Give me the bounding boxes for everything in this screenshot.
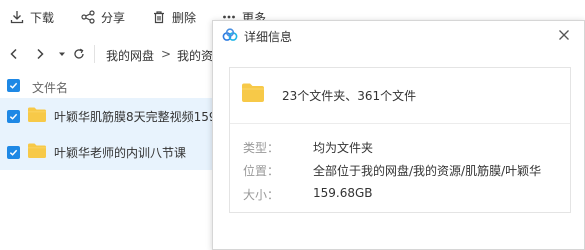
- summary-count-text: 23个文件夹、361个文件: [282, 89, 417, 103]
- dialog-header: 详细信息: [213, 21, 584, 51]
- chevron-left-icon: [10, 48, 17, 60]
- details-dialog: 详细信息 23个文件夹、361个文件 类型： 均为文件夹 位置： 全部位于我的网…: [212, 20, 585, 250]
- folder-icon: [28, 107, 46, 122]
- refresh-icon: [74, 48, 84, 59]
- caret-down-icon: [59, 52, 65, 56]
- file-manager-window: 下载 分享 删除 更多 我的网盘 > 我的资 文件名 叶颖华肌筋膜8天完整视频1…: [0, 0, 585, 250]
- file-list-header: 文件名: [0, 70, 212, 100]
- back-button[interactable]: [6, 46, 22, 62]
- location-value: 全部位于我的网盘/我的资源/肌筋膜/叶颖华: [313, 164, 542, 178]
- size-value: 159.68GB: [313, 186, 373, 200]
- close-button[interactable]: [558, 29, 570, 41]
- breadcrumb-separator: >: [161, 47, 172, 61]
- checkmark-icon: [9, 149, 18, 156]
- location-label: 位置：: [243, 164, 280, 178]
- nav-divider: [94, 45, 95, 63]
- file-row[interactable]: 叶颖华肌筋膜8天完整视频159G: [0, 98, 226, 134]
- share-button[interactable]: 分享: [81, 8, 125, 26]
- trash-icon: [154, 11, 164, 24]
- file-name[interactable]: 叶颖华肌筋膜8天完整视频159G: [54, 108, 226, 125]
- breadcrumb-item-my-disk[interactable]: 我的网盘: [106, 47, 154, 64]
- checkmark-icon: [9, 82, 18, 89]
- checkmark-icon: [9, 113, 18, 120]
- column-header-filename[interactable]: 文件名: [32, 79, 68, 96]
- download-icon: [10, 11, 24, 24]
- download-button[interactable]: 下载: [10, 8, 54, 26]
- forward-button[interactable]: [32, 46, 48, 62]
- details-panel: 23个文件夹、361个文件 类型： 均为文件夹 位置： 全部位于我的网盘/我的资…: [229, 67, 571, 213]
- row-checkbox[interactable]: [7, 146, 20, 159]
- cloud-logo-icon: [222, 28, 238, 41]
- delete-button[interactable]: 删除: [152, 8, 196, 26]
- type-label: 类型：: [243, 141, 280, 155]
- file-name[interactable]: 叶颖华老师的内训八节课: [54, 144, 186, 161]
- folder-icon: [242, 83, 264, 102]
- select-all-checkbox[interactable]: [7, 79, 20, 92]
- delete-label: 删除: [172, 10, 197, 25]
- details-summary: 23个文件夹、361个文件: [230, 68, 570, 124]
- row-checkbox[interactable]: [7, 110, 20, 123]
- download-label: 下载: [30, 10, 55, 25]
- close-icon: [559, 30, 569, 40]
- file-row[interactable]: 叶颖华老师的内训八节课: [0, 134, 212, 170]
- breadcrumb-item-my-resources[interactable]: 我的资: [177, 47, 213, 64]
- refresh-button[interactable]: [71, 46, 87, 62]
- size-label: 大小：: [243, 188, 280, 202]
- dialog-title: 详细信息: [244, 30, 293, 44]
- folder-icon: [28, 143, 46, 158]
- share-icon: [81, 10, 95, 24]
- chevron-right-icon: [37, 48, 44, 60]
- type-value: 均为文件夹: [313, 141, 374, 155]
- share-label: 分享: [101, 10, 126, 25]
- history-dropdown-button[interactable]: [54, 46, 70, 62]
